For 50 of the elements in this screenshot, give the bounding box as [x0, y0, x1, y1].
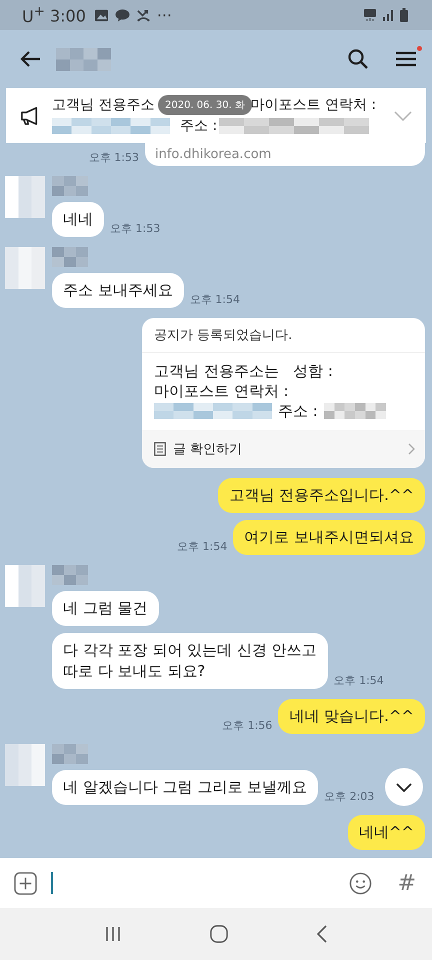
message-bubble: 네네^^	[348, 815, 425, 850]
emoji-icon[interactable]	[348, 872, 372, 894]
battery-icon	[400, 8, 408, 22]
scroll-down-button[interactable]	[385, 768, 423, 806]
home-icon[interactable]	[210, 925, 228, 943]
chevron-down-icon	[396, 782, 412, 792]
message-time: 오후 1:56	[222, 718, 272, 734]
message-bubble: 고객님 전용주소입니다.^^	[218, 478, 425, 513]
view-post-link[interactable]: 글 확인하기	[142, 430, 425, 468]
chat-icon	[114, 8, 130, 22]
hashtag-button[interactable]: #	[398, 870, 416, 896]
message-bubble: 다 각각 포장 되어 있는데 신경 안쓰고 따로 다 보내도 되요?	[52, 633, 328, 689]
message-time: 오후 1:53	[110, 221, 160, 237]
notice-text: 주소 :	[278, 401, 318, 421]
chevron-right-icon	[408, 443, 415, 455]
network-icon	[364, 9, 376, 21]
notice-text: 고객님 전용주소	[52, 96, 154, 114]
more-notifications: ⋯	[156, 6, 172, 24]
back-nav-icon[interactable]	[317, 925, 328, 943]
back-icon[interactable]	[20, 50, 42, 68]
menu-icon[interactable]	[396, 51, 416, 67]
message-bubble: 주소 보내주세요	[52, 273, 184, 308]
add-icon[interactable]	[14, 872, 37, 894]
notice-card[interactable]: info.dhikorea.com	[145, 143, 425, 166]
message-time: 오후 1:54	[334, 673, 384, 689]
image-icon	[94, 8, 109, 22]
notice-text: 마이포스트 연락처 :	[154, 381, 289, 401]
signal-icon	[382, 9, 394, 21]
message-time: 오후 1:53	[88, 150, 139, 166]
message-bubble: 네네 맞습니다.^^	[278, 699, 425, 734]
notice-title: 공지가 등록되었습니다.	[142, 318, 425, 353]
document-icon	[154, 442, 166, 456]
recent-apps-icon[interactable]	[104, 926, 121, 942]
message-time: 오후 2:03	[324, 789, 374, 805]
missed-call-icon	[136, 8, 151, 22]
message-bubble: 네네	[52, 202, 104, 237]
message-time: 오후 1:54	[177, 539, 228, 555]
notice-banner[interactable]: 고객님 전용주소 2020. 06. 30. 화 마이포스트 연락처 : 주소 :	[6, 88, 426, 143]
message-bubble: 여기로 보내주시면되셔요	[233, 520, 425, 555]
megaphone-icon	[20, 106, 40, 124]
search-icon[interactable]	[348, 49, 368, 69]
notice-text: 고객님 전용주소는 성함 :	[154, 361, 333, 381]
message-bubble: 네 그럼 물건	[52, 591, 159, 626]
notice-text: 주소 :	[180, 117, 218, 135]
status-text: U$^{+}$ 3:00	[22, 4, 86, 26]
link-text: info.dhikorea.com	[155, 147, 272, 162]
notice-text: 마이포스트 연락처 :	[250, 96, 376, 114]
date-badge: 2020. 06. 30. 화	[158, 95, 252, 115]
message-bubble: 네 알겠습니다 그럼 그리로 보낼께요	[52, 770, 318, 805]
message-time: 오후 1:54	[190, 292, 240, 308]
